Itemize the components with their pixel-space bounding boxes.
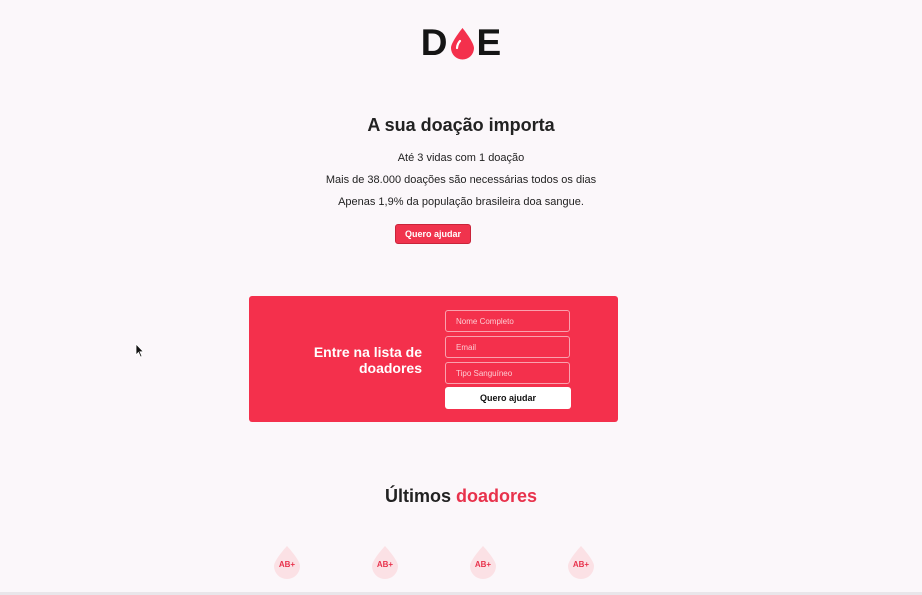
donor-blood-type: AB+ [278, 560, 296, 569]
blood-drop-icon [450, 28, 474, 60]
hero-stat-1: Até 3 vidas com 1 doação [397, 152, 525, 164]
name-field[interactable] [445, 310, 570, 332]
form-heading: Entre na lista de doadores [313, 344, 422, 376]
logo: D E [0, 22, 922, 64]
latest-donors-title: Últimos doadores [0, 486, 922, 507]
email-field[interactable] [445, 336, 570, 358]
donor-card: AB+ [370, 545, 400, 579]
donor-blood-type: AB+ [376, 560, 394, 569]
hero-stat-2: Mais de 38.000 doações são necessárias t… [325, 174, 597, 186]
latest-title-accent: doadores [456, 486, 538, 506]
logo-letter-d: D [420, 22, 448, 63]
donor-card: AB+ [566, 545, 596, 579]
blood-type-field[interactable] [445, 362, 570, 384]
donor-blood-type: AB+ [572, 560, 590, 569]
latest-title-prefix: Últimos [384, 486, 451, 506]
submit-button[interactable]: Quero ajudar [445, 387, 571, 409]
hero-stat-3: Apenas 1,9% da população brasileira doa … [338, 196, 584, 208]
donor-blood-type: AB+ [474, 560, 492, 569]
mouse-cursor-icon [135, 343, 145, 358]
hero-title: A sua doação importa [367, 115, 555, 135]
logo-letter-e: E [476, 22, 502, 63]
help-button[interactable]: Quero ajudar [395, 224, 471, 244]
donor-card: AB+ [468, 545, 498, 579]
donor-signup-form: Entre na lista de doadores Quero ajudar [249, 296, 618, 422]
donor-card: AB+ [272, 545, 302, 579]
